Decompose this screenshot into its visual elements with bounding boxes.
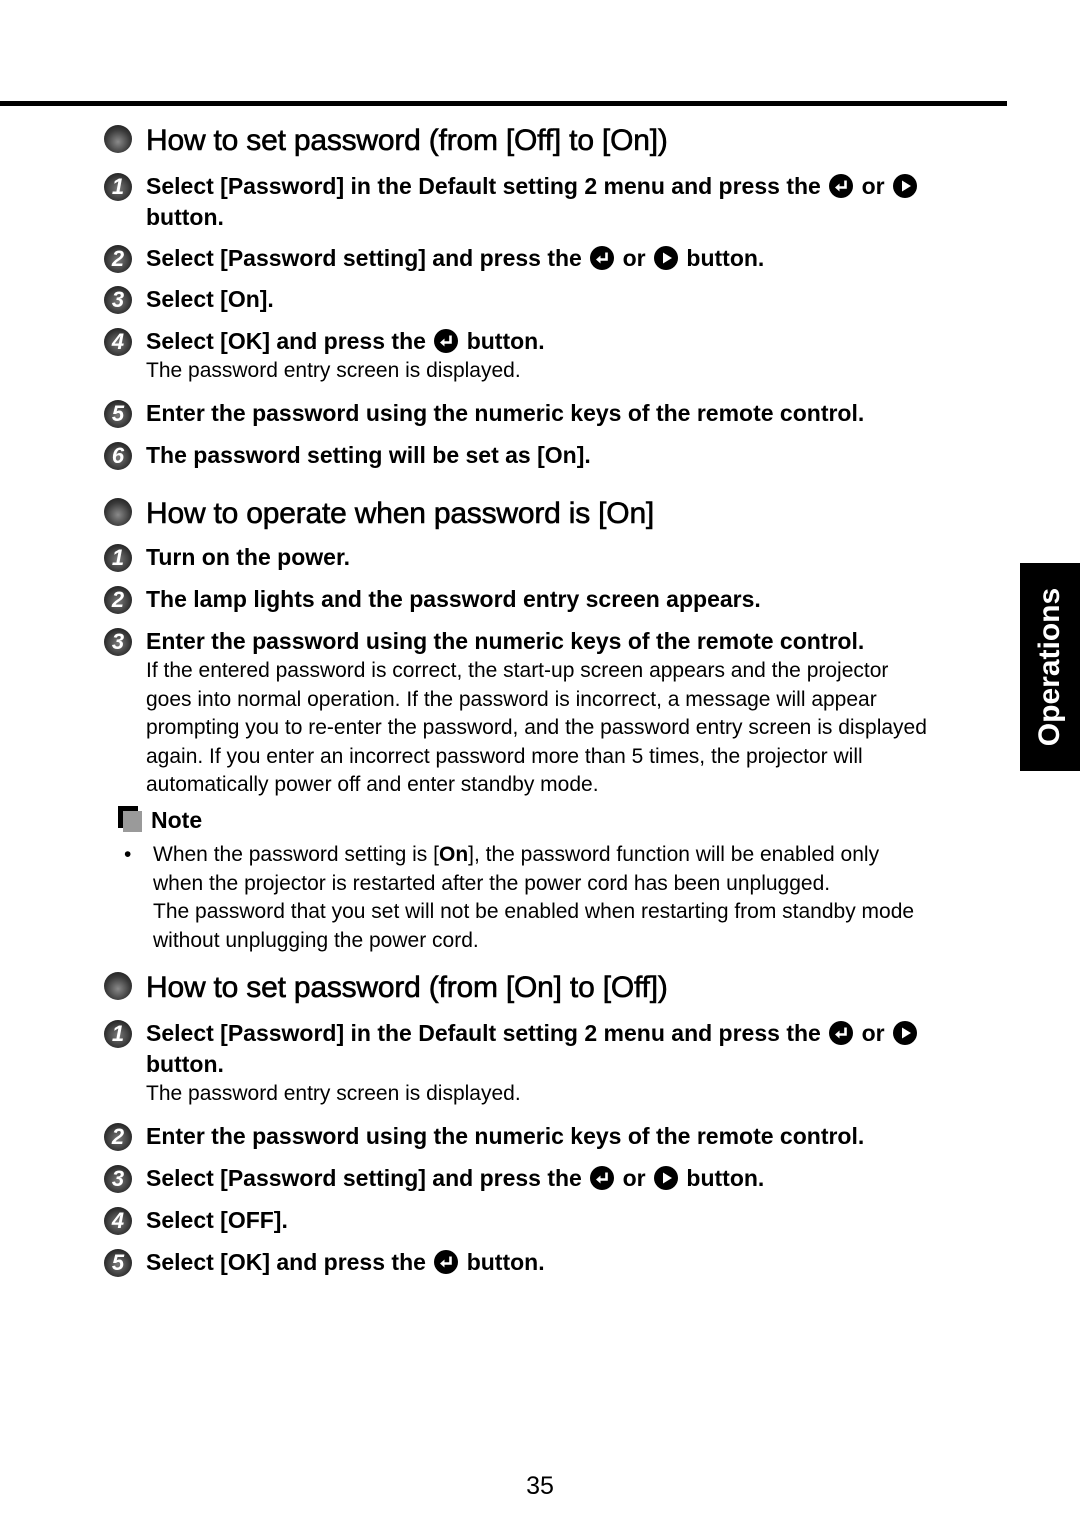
step-explanation: If the entered password is correct, the … bbox=[104, 657, 1014, 800]
right-arrow-button-icon bbox=[893, 174, 917, 198]
heading-bullet-icon bbox=[104, 972, 132, 1000]
heading-bullet-icon bbox=[104, 498, 132, 526]
step-text-cont: button. bbox=[146, 1051, 224, 1077]
step-5: 5 Enter the password using the numeric k… bbox=[104, 398, 1014, 429]
step-number-icon: 3 bbox=[104, 1164, 132, 1193]
section-heading: How to operate when password is [On] bbox=[104, 494, 1014, 534]
enter-button-icon bbox=[829, 174, 854, 198]
explanation-line: If the entered password is correct, the … bbox=[146, 659, 889, 682]
enter-button-icon bbox=[590, 246, 615, 270]
step-4: 4 Select [OK] and press the button. bbox=[104, 326, 1014, 357]
section-on-to-off: How to set password (from [On] to [Off])… bbox=[104, 968, 1014, 1278]
step-1: 1 Turn on the power. bbox=[104, 542, 1014, 573]
step-1: 1 Select [Password] in the Default setti… bbox=[104, 171, 1014, 233]
step-text-cont: button. bbox=[686, 1164, 765, 1191]
note-line: without unplugging the power cord. bbox=[153, 928, 479, 952]
step-note: The password entry screen is displayed. bbox=[146, 1082, 521, 1105]
step-number-icon: 5 bbox=[104, 399, 132, 428]
step-text: Select [Password] in the Default setting… bbox=[146, 173, 821, 199]
step-number-icon: 3 bbox=[104, 628, 132, 656]
note-line: The password that you set will not be en… bbox=[153, 900, 915, 923]
step-text-cont: button. bbox=[466, 1248, 545, 1275]
note-body: • When the password setting is [On], the… bbox=[124, 841, 1014, 955]
section-operate-when-on: How to operate when password is [On] 1 T… bbox=[104, 494, 1014, 800]
step-number-icon: 1 bbox=[104, 173, 132, 201]
right-arrow-button-icon bbox=[654, 246, 679, 270]
step-number-icon: 1 bbox=[104, 1020, 132, 1048]
enter-button-icon bbox=[829, 1021, 854, 1045]
step-1: 1 Select [Password] in the Default setti… bbox=[104, 1018, 1014, 1080]
or-text: or bbox=[622, 1164, 646, 1191]
operations-side-tab: Operations bbox=[1020, 563, 1080, 771]
step-number-icon: 2 bbox=[104, 1122, 132, 1151]
explanation-line: prompting you to re-enter the password, … bbox=[146, 716, 927, 739]
step-4: 4 Select [OFF]. bbox=[104, 1205, 1014, 1236]
explanation-line: goes into normal operation. If the passw… bbox=[146, 687, 877, 711]
section-off-to-on: How to set password (from [Off] to [On])… bbox=[104, 121, 1014, 471]
step-text-cont: button. bbox=[686, 245, 765, 271]
or-text: or bbox=[622, 245, 646, 271]
step-text: Select [Password setting] and press the bbox=[146, 1164, 582, 1191]
enter-button-icon bbox=[590, 1165, 615, 1190]
step-text: Select [OK] and press the bbox=[146, 1248, 426, 1275]
heading-bullet-icon bbox=[104, 125, 132, 153]
or-text: or bbox=[861, 173, 885, 199]
step-text: Select [OFF]. bbox=[146, 1206, 288, 1233]
step-5: 5 Select [OK] and press the button. bbox=[104, 1247, 1014, 1278]
step-text: Turn on the power. bbox=[146, 544, 351, 570]
step-text: Select [Password] in the Default setting… bbox=[146, 1020, 821, 1046]
heading-text: How to set password (from [Off] to [On]) bbox=[146, 124, 668, 158]
page-number: 35 bbox=[526, 1472, 554, 1500]
enter-button-icon bbox=[434, 1249, 459, 1274]
bullet: • bbox=[124, 843, 132, 866]
step-text-cont: button. bbox=[466, 328, 545, 354]
note-heading: Note bbox=[118, 806, 202, 834]
step-number-icon: 6 bbox=[104, 441, 132, 470]
step-text-cont: button. bbox=[146, 204, 224, 230]
side-tab-label: Operations bbox=[1033, 587, 1066, 747]
step-number-icon: 2 bbox=[104, 245, 132, 273]
step-2: 2 Select [Password setting] and press th… bbox=[104, 243, 1014, 274]
step-number-icon: 2 bbox=[104, 586, 132, 614]
right-arrow-button-icon bbox=[893, 1021, 917, 1045]
step-3: 3 Enter the password using the numeric k… bbox=[104, 626, 1014, 657]
right-arrow-button-icon bbox=[654, 1165, 679, 1190]
step-number-icon: 1 bbox=[104, 544, 132, 572]
note-title: Note bbox=[151, 806, 203, 833]
section-heading: How to set password (from [On] to [Off]) bbox=[104, 968, 1014, 1008]
heading-text: How to operate when password is [On] bbox=[146, 497, 655, 531]
note-line: When the password setting is [On], the p… bbox=[153, 843, 880, 866]
step-3: 3 Select [Password setting] and press th… bbox=[104, 1163, 1014, 1194]
step-text: Enter the password using the numeric key… bbox=[146, 628, 865, 654]
note-icon bbox=[118, 806, 144, 834]
section-heading: How to set password (from [Off] to [On]) bbox=[104, 121, 1014, 161]
enter-button-icon bbox=[434, 329, 459, 353]
step-6: 6 The password setting will be set as [O… bbox=[104, 440, 1014, 471]
step-number-icon: 4 bbox=[104, 328, 132, 356]
explanation-line: again. If you enter an incorrect passwor… bbox=[146, 744, 863, 768]
step-number-icon: 3 bbox=[104, 286, 132, 314]
step-number-icon: 5 bbox=[104, 1248, 132, 1277]
step-2: 2 The lamp lights and the password entry… bbox=[104, 584, 1014, 615]
note-line: when the projector is restarted after th… bbox=[153, 871, 831, 895]
step-number-icon: 4 bbox=[104, 1206, 132, 1235]
step-text: The lamp lights and the password entry s… bbox=[146, 586, 761, 612]
heading-text: How to set password (from [On] to [Off]) bbox=[146, 971, 668, 1005]
step-text: Enter the password using the numeric key… bbox=[146, 1122, 865, 1149]
step-text: Select [OK] and press the bbox=[146, 328, 426, 354]
step-2: 2 Enter the password using the numeric k… bbox=[104, 1121, 1014, 1152]
step-text: Select [Password setting] and press the bbox=[146, 245, 582, 271]
explanation-line: automatically power off and enter standb… bbox=[146, 773, 599, 796]
step-text: Enter the password using the numeric key… bbox=[146, 399, 865, 426]
step-text: The password setting will be set as [On]… bbox=[146, 441, 591, 468]
header-rule bbox=[0, 101, 1007, 106]
step-3: 3 Select [On]. bbox=[104, 284, 1014, 315]
or-text: or bbox=[861, 1020, 885, 1046]
step-text: Select [On]. bbox=[146, 286, 274, 312]
step-note: The password entry screen is displayed. bbox=[146, 359, 521, 382]
